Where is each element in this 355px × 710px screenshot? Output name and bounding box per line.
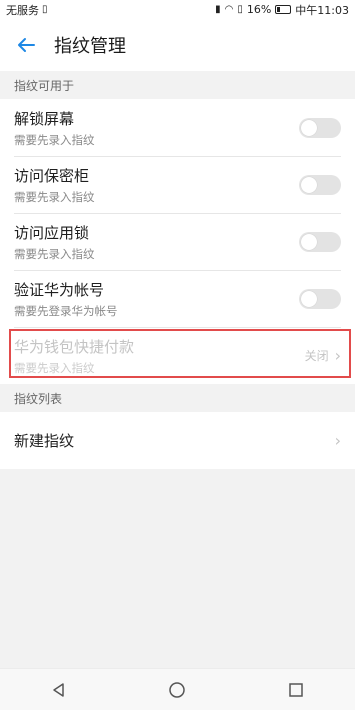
row-subtitle: 需要先录入指纹 (14, 132, 95, 147)
status-right: ▮ ◠ ▯ 16% 中午11:03 (215, 2, 349, 18)
row-title: 访问应用锁 (14, 223, 90, 242)
row-subtitle: 需要先录入指纹 (14, 189, 95, 204)
home-circle-icon[interactable] (157, 670, 197, 710)
row-text: 华为钱包快捷付款 需要先录入指纹 (14, 336, 134, 376)
section-header-list: 指纹列表 (0, 384, 355, 412)
battery-icon (275, 5, 292, 14)
safe-toggle[interactable] (299, 174, 341, 195)
huawei-account-toggle[interactable] (299, 288, 341, 309)
row-text: 访问应用锁 需要先录入指纹 (14, 222, 95, 262)
wallet-status: 关闭 › (305, 346, 341, 365)
wifi-icon: ◠ (224, 4, 234, 15)
vibrate-icon: ▮ (215, 4, 221, 15)
back-triangle-svg (53, 682, 64, 697)
fingerprint-list: 新建指纹 › (0, 412, 355, 469)
row-text: 验证华为帐号 需要先登录华为帐号 (14, 279, 118, 319)
chevron-right-icon: › (334, 431, 341, 450)
usage-list: 解锁屏幕 需要先录入指纹 访问保密柜 需要先录入指纹 访问应用锁 需要先录入指纹… (0, 99, 355, 384)
page-title: 指纹管理 (54, 36, 126, 57)
list-item-wallet-payment[interactable]: 华为钱包快捷付款 需要先录入指纹 关闭 › (0, 327, 355, 384)
row-title: 新建指纹 (14, 432, 75, 450)
back-arrow-icon[interactable] (12, 31, 40, 59)
list-item-huawei-account[interactable]: 验证华为帐号 需要先登录华为帐号 (0, 270, 355, 327)
back-triangle-icon[interactable] (39, 670, 79, 710)
row-title: 访问保密柜 (14, 166, 90, 185)
home-circle-svg (169, 681, 186, 698)
row-title: 华为钱包快捷付款 (14, 337, 135, 356)
chevron-right-icon: › (334, 346, 341, 365)
carrier-text: 无服务 (6, 3, 39, 17)
battery-percent: 16% (246, 3, 272, 16)
status-bar: 无服务 ▯ ▮ ◠ ▯ 16% 中午11:03 (0, 0, 355, 19)
unlock-screen-toggle[interactable] (299, 117, 341, 138)
section-header-usage: 指纹可用于 (0, 71, 355, 99)
recent-square-svg (289, 682, 303, 697)
row-title: 解锁屏幕 (14, 109, 75, 128)
app-bar: 指纹管理 (0, 19, 355, 71)
nav-bar (0, 668, 355, 710)
back-arrow-svg (18, 38, 35, 52)
sd-icon: ▯ (237, 4, 243, 15)
list-item-new-fingerprint[interactable]: 新建指纹 › (0, 412, 355, 469)
list-item-unlock-screen[interactable]: 解锁屏幕 需要先录入指纹 (0, 99, 355, 156)
row-text: 访问保密柜 需要先录入指纹 (14, 165, 95, 205)
wallet-status-value: 关闭 (304, 349, 329, 363)
sim-icon: ▯ (42, 4, 48, 15)
row-text: 解锁屏幕 需要先录入指纹 (14, 108, 95, 148)
row-text: 新建指纹 (14, 430, 74, 451)
row-subtitle: 需要先录入指纹 (14, 360, 95, 375)
app-lock-toggle[interactable] (299, 231, 341, 252)
row-subtitle: 需要先登录华为帐号 (14, 303, 118, 318)
status-left: 无服务 ▯ (6, 2, 48, 18)
list-item-safe[interactable]: 访问保密柜 需要先录入指纹 (0, 156, 355, 213)
row-subtitle: 需要先录入指纹 (14, 246, 95, 261)
list-item-app-lock[interactable]: 访问应用锁 需要先录入指纹 (0, 213, 355, 270)
recent-square-icon[interactable] (276, 670, 316, 710)
row-title: 验证华为帐号 (14, 280, 105, 299)
time-text: 中午11:03 (295, 3, 349, 17)
